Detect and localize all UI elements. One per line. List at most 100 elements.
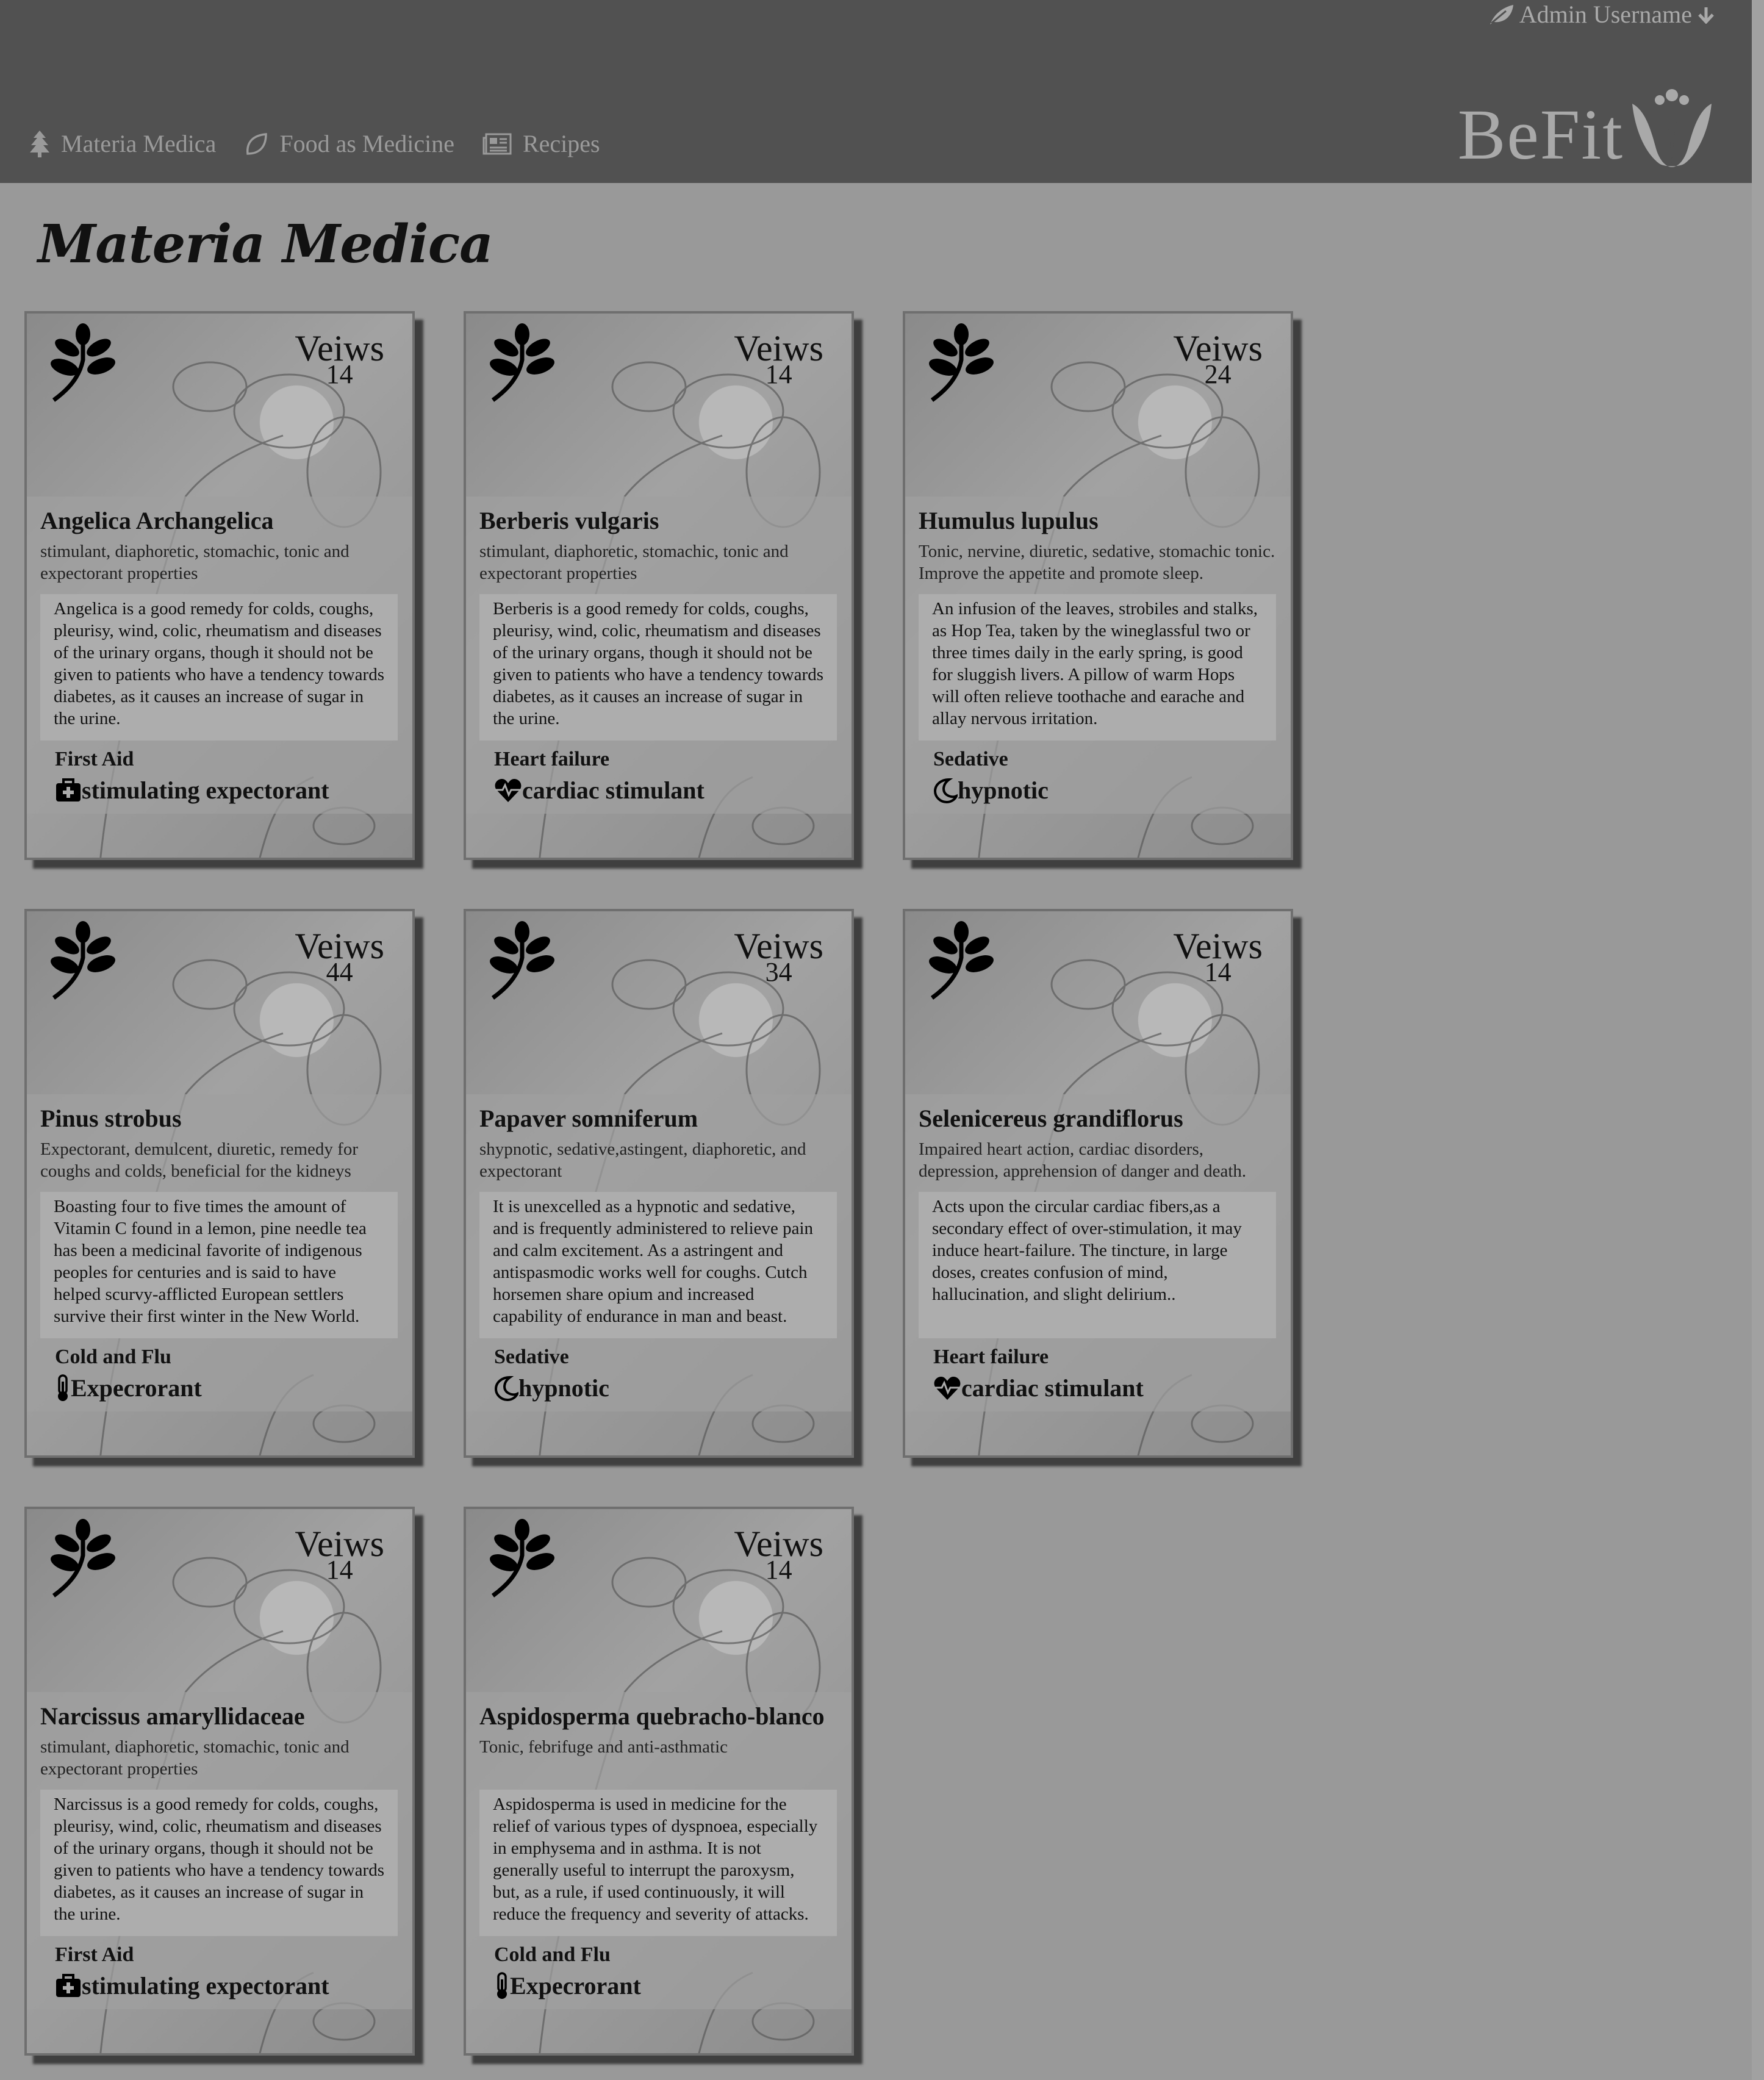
nav-recipes[interactable]: Recipes (482, 129, 600, 158)
card-body: Angelica Archangelica stimulant, diaphor… (27, 497, 412, 814)
main-nav: Materia Medica Food as Medicine Recipes (29, 129, 600, 158)
action-label: Expecrorant (510, 1972, 641, 1999)
thermometer-icon (494, 1971, 510, 2000)
herb-card[interactable]: Veiws 14 Narcissus amaryllidaceae stimul… (24, 1507, 415, 2056)
views-counter: Veiws 34 (734, 928, 823, 985)
action-label: stimulating expectorant (82, 776, 329, 804)
leaf-badge-icon (51, 1519, 115, 1598)
plant-description: Narcissus is a good remedy for colds, co… (40, 1790, 398, 1936)
leaf-outline-icon (246, 132, 268, 155)
thermometer-icon (55, 1374, 71, 1402)
herb-card[interactable]: Veiws 34 Papaver somniferum shypnotic, s… (464, 909, 854, 1458)
action-row: hypnotic (933, 776, 1277, 805)
logo-text: BeFit (1457, 95, 1624, 174)
condition-label: Sedative (933, 748, 1008, 770)
condition-label: Cold and Flu (494, 1943, 611, 1966)
views-counter: Veiws 14 (1173, 928, 1263, 985)
plant-description: Angelica is a good remedy for colds, cou… (40, 594, 398, 741)
heartbeat-icon (933, 1375, 961, 1401)
action-label: cardiac stimulant (522, 776, 705, 804)
card-body: Humulus lupulus Tonic, nervine, diuretic… (905, 497, 1291, 814)
action-label: stimulating expectorant (82, 1972, 329, 1999)
moon-icon (494, 1375, 518, 1401)
card-body: Narcissus amaryllidaceae stimulant, diap… (27, 1692, 412, 2009)
action-row: hypnotic (494, 1374, 838, 1402)
leaf-badge-icon (490, 1519, 554, 1598)
herb-card[interactable]: Veiws 44 Pinus strobus Expectorant, demu… (24, 909, 415, 1458)
plant-properties: stimulant, diaphoretic, stomachic, tonic… (40, 1737, 350, 1779)
action-row: cardiac stimulant (494, 776, 838, 805)
card-body: Selenicereus grandiflorus Impaired heart… (905, 1094, 1291, 1411)
leaf-badge-icon (490, 921, 554, 1000)
views-counter: Veiws 14 (295, 330, 384, 387)
admin-username[interactable]: Admin Username (1519, 0, 1692, 29)
views-counter: Veiws 14 (295, 1526, 384, 1583)
plant-name[interactable]: Narcissus amaryllidaceae (40, 1698, 399, 1736)
newspaper-icon (482, 133, 512, 154)
plant-name[interactable]: Pinus strobus (40, 1100, 399, 1138)
action-row: stimulating expectorant (55, 776, 399, 805)
befit-logo[interactable]: BeFit (1458, 85, 1718, 171)
leaf-badge-icon (51, 323, 115, 402)
herb-card[interactable]: Veiws 24 Humulus lupulus Tonic, nervine,… (903, 311, 1293, 860)
leaf-icon (1490, 4, 1513, 24)
card-body: Papaver somniferum shypnotic, sedative,a… (466, 1094, 852, 1411)
condition-label: Cold and Flu (55, 1346, 171, 1368)
plant-properties: shypnotic, sedative,astingent, diaphoret… (479, 1139, 806, 1181)
action-label: hypnotic (518, 1374, 609, 1402)
leaf-badge-icon (51, 921, 115, 1000)
nav-materia-medica[interactable]: Materia Medica (29, 129, 216, 158)
nav-label: Materia Medica (61, 130, 217, 157)
card-body: Berberis vulgaris stimulant, diaphoretic… (466, 497, 852, 814)
views-counter: Veiws 24 (1173, 330, 1263, 387)
plant-name[interactable]: Humulus lupulus (919, 503, 1277, 540)
plant-properties: Tonic, nervine, diuretic, sedative, stom… (919, 542, 1275, 583)
nav-label: Food as Medicine (279, 130, 454, 157)
scrollbar-track[interactable] (1752, 0, 1764, 2080)
condition-label: Heart failure (494, 748, 610, 770)
condition-label: First Aid (55, 748, 134, 770)
condition-label: Sedative (494, 1346, 569, 1368)
plant-properties: Tonic, febrifuge and anti-asthmatic (479, 1737, 728, 1757)
first-aid-kit-icon (55, 778, 82, 803)
plant-name[interactable]: Angelica Archangelica (40, 503, 399, 540)
condition-label: First Aid (55, 1943, 134, 1966)
views-counter: Veiws 44 (295, 928, 384, 985)
moon-icon (933, 778, 958, 803)
first-aid-kit-icon (55, 1973, 82, 1998)
nav-food-as-medicine[interactable]: Food as Medicine (244, 129, 454, 158)
condition-label: Heart failure (933, 1346, 1049, 1368)
plant-name[interactable]: Aspidosperma quebracho-blanco (479, 1698, 838, 1736)
action-row: cardiac stimulant (933, 1374, 1277, 1402)
top-header: Admin Username Materia Medica Food as Me… (0, 0, 1752, 183)
action-label: hypnotic (958, 776, 1049, 804)
herb-card[interactable]: Veiws 14 Selenicereus grandiflorus Impai… (903, 909, 1293, 1458)
admin-menu[interactable]: Admin Username (1488, 0, 1715, 29)
plant-description: It is unexcelled as a hypnotic and sedat… (479, 1192, 837, 1338)
plant-properties: stimulant, diaphoretic, stomachic, tonic… (479, 542, 789, 583)
leaf-badge-icon (929, 323, 994, 402)
herb-card[interactable]: Veiws 14 Angelica Archangelica stimulant… (24, 311, 415, 860)
herb-card[interactable]: Veiws 14 Aspidosperma quebracho-blanco T… (464, 1507, 854, 2056)
nav-label: Recipes (522, 130, 600, 157)
plant-properties: Impaired heart action, cardiac disorders… (919, 1139, 1247, 1181)
action-row: stimulating expectorant (55, 1971, 399, 2000)
action-label: Expecrorant (71, 1374, 202, 1402)
plant-description: Aspidosperma is used in medicine for the… (479, 1790, 837, 1936)
views-counter: Veiws 14 (734, 330, 823, 387)
views-counter: Veiws 14 (734, 1526, 823, 1583)
plant-name[interactable]: Papaver somniferum (479, 1100, 838, 1138)
plant-description: Acts upon the circular cardiac fibers,as… (919, 1192, 1276, 1338)
card-body: Pinus strobus Expectorant, demulcent, di… (27, 1094, 412, 1411)
action-row: Expecrorant (494, 1971, 838, 2000)
leaf-badge-icon (929, 921, 994, 1000)
plant-name[interactable]: Berberis vulgaris (479, 503, 838, 540)
herb-card[interactable]: Veiws 14 Berberis vulgaris stimulant, di… (464, 311, 854, 860)
plant-name[interactable]: Selenicereus grandiflorus (919, 1100, 1277, 1138)
action-row: Expecrorant (55, 1374, 399, 1402)
action-label: cardiac stimulant (961, 1374, 1144, 1402)
tulip-logo-icon (1632, 89, 1712, 167)
heartbeat-icon (494, 778, 522, 803)
leaf-badge-icon (490, 323, 554, 402)
arrow-down-icon (1698, 7, 1714, 24)
